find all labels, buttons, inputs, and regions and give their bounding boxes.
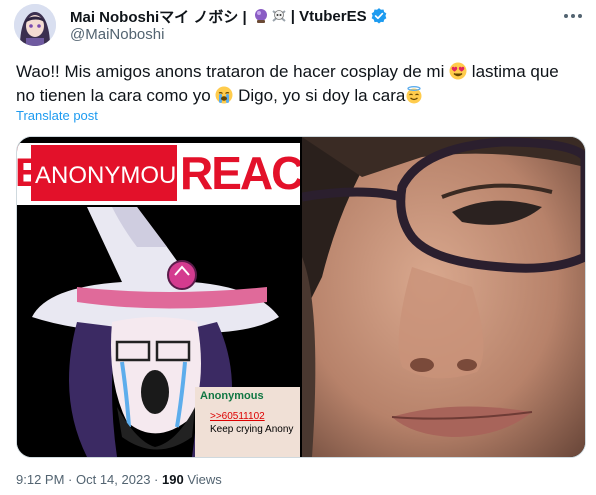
comment-poster-name: Anonymous (200, 390, 264, 402)
skull-crossbones-icon (272, 10, 286, 22)
tweet-text-part: no tienen la cara como yo (16, 86, 216, 105)
views-label: Views (183, 472, 222, 487)
media-image-anonymous-reaction[interactable]: E ANONYMOUS REACTI Anonymous >>60511102 … (17, 137, 300, 457)
translate-post-link[interactable]: Translate post (16, 108, 98, 123)
author-name-suffix[interactable]: | VtuberES (291, 8, 367, 25)
banner-anonymous-text: ANONYMOUS (35, 162, 193, 189)
media-image-face-photo[interactable] (301, 137, 585, 457)
smiling-halo-emoji-icon (405, 86, 423, 104)
author-name-emojis (253, 8, 287, 24)
crying-face-emoji-icon (215, 86, 233, 104)
avatar[interactable] (14, 4, 56, 46)
views-count: 190 (162, 472, 184, 487)
more-options-icon[interactable] (560, 6, 586, 26)
tweet-text-part: Digo, yo si doy la cara (233, 86, 406, 105)
tweet-time[interactable]: 9:12 PM (16, 472, 64, 487)
meta-separator: · (150, 472, 162, 487)
crystal-ball-icon (254, 9, 267, 23)
verified-badge-icon (371, 8, 386, 24)
tweet-text-part: Wao!! Mis amigos anons trataron de hacer… (16, 62, 450, 81)
tweet-text-part: lastima que (467, 62, 559, 81)
tweet-date[interactable]: Oct 14, 2023 (76, 472, 150, 487)
heart-eyes-emoji-icon (449, 62, 467, 80)
comment-body-text: Keep crying Anony (210, 424, 294, 435)
tweet-meta: 9:12 PM · Oct 14, 2023 · 190 Views (16, 472, 222, 487)
author-handle[interactable]: @MaiNoboshi (70, 26, 164, 43)
meta-separator: · (64, 472, 76, 487)
author-display-name[interactable]: Mai Noboshiマイ ノボシ | (70, 6, 247, 27)
banner-reaction-text: REACTI (180, 147, 300, 199)
tweet-media[interactable]: E ANONYMOUS REACTI Anonymous >>60511102 … (16, 136, 586, 458)
tweet-text: Wao!! Mis amigos anons trataron de hacer… (16, 60, 576, 108)
comment-quote-link: >>60511102 (210, 411, 265, 422)
author-name-row[interactable]: Mai Noboshiマイ ノボシ | | VtuberES (70, 6, 388, 26)
